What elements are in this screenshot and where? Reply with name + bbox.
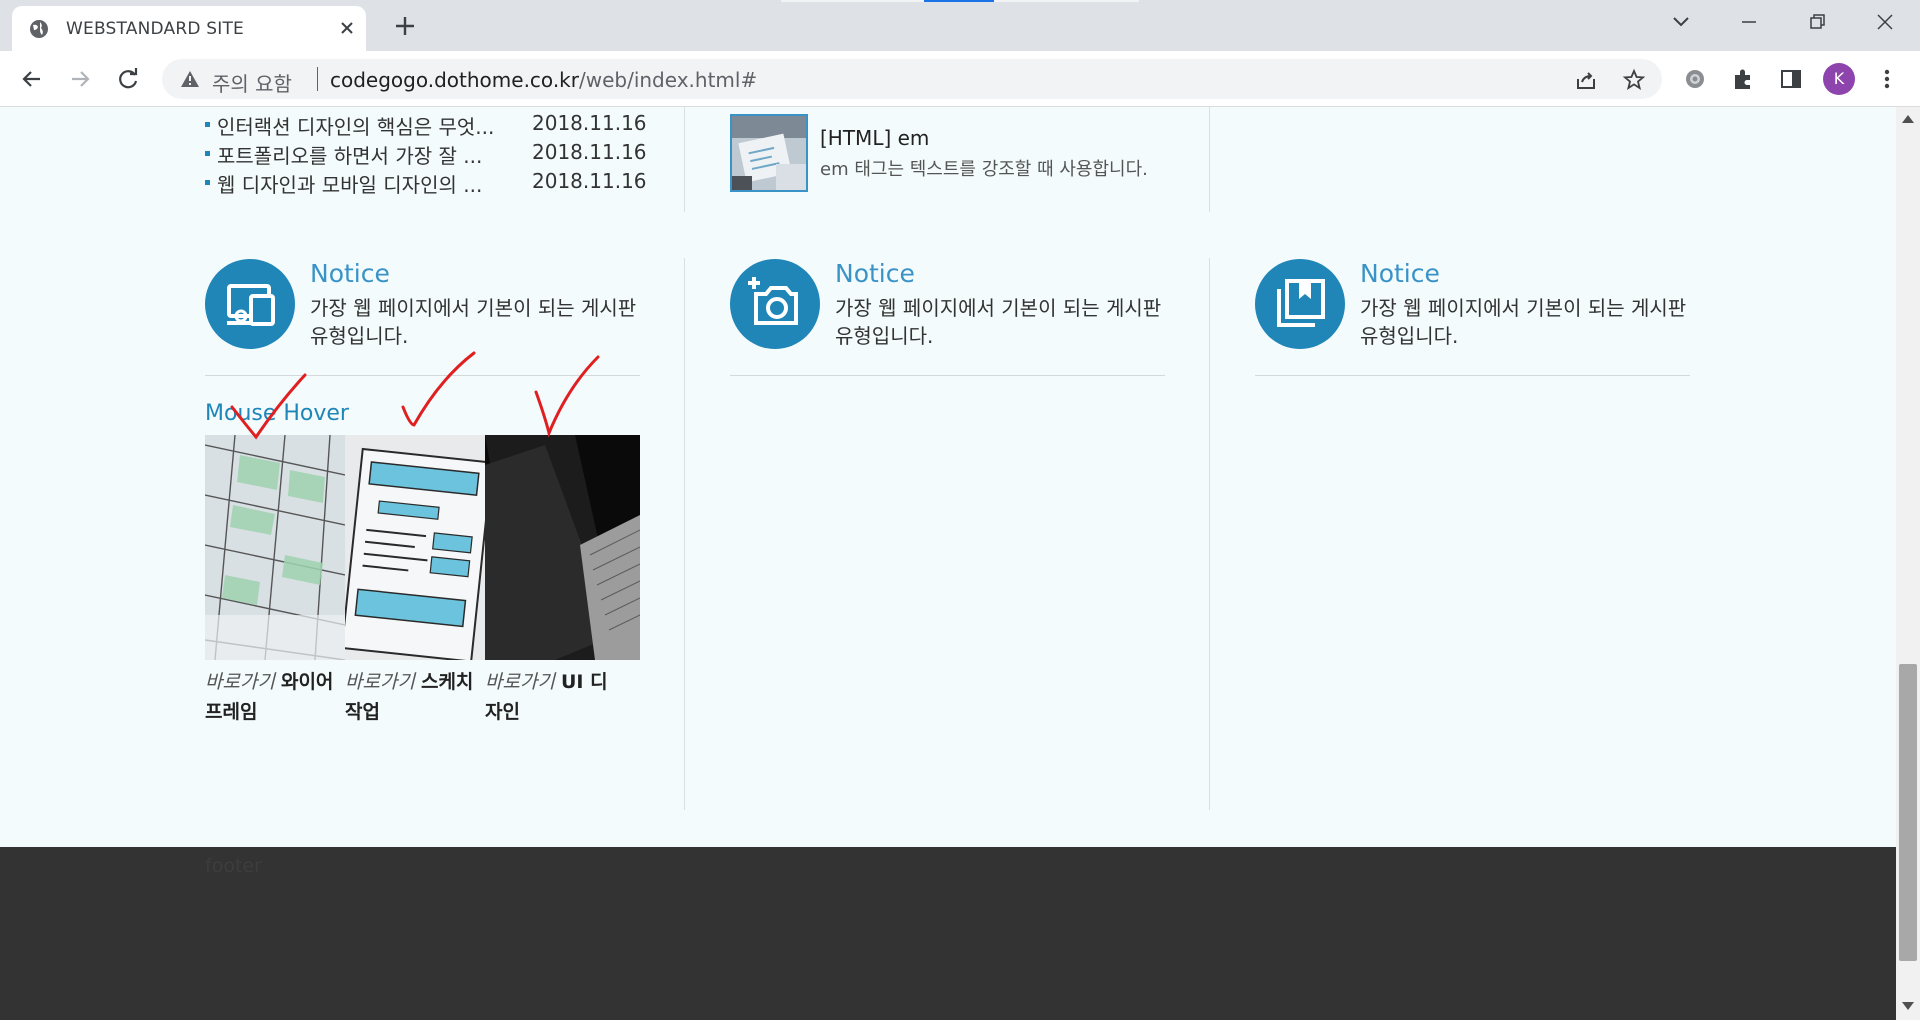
footer: footer bbox=[0, 847, 1896, 1020]
wireframe-sketch-image bbox=[205, 435, 345, 660]
tab-title: WEBSTANDARD SITE bbox=[66, 19, 244, 39]
page-viewport: 인터랙션 디자인의 핵심은 무엇... 2018.11.16 포트폴리오를 하면… bbox=[0, 107, 1896, 1020]
bullet-icon bbox=[205, 180, 210, 185]
mouse-hover-title: Mouse Hover bbox=[205, 401, 349, 426]
news-date: 2018.11.16 bbox=[532, 140, 647, 164]
side-panel-icon[interactable] bbox=[1777, 65, 1805, 93]
browser-toolbar: 주의 요함 codegogo.dothome.co.kr/web/index.h… bbox=[0, 51, 1920, 107]
post-title[interactable]: [HTML] em bbox=[820, 126, 929, 150]
column-divider bbox=[684, 258, 685, 810]
notice-description: 가장 웹 페이지에서 기본이 되는 게시판 유형입니다. bbox=[1360, 296, 1687, 348]
sketch-image[interactable] bbox=[345, 435, 485, 660]
go-link[interactable]: 바로가기 bbox=[205, 671, 275, 693]
wireframe-image[interactable] bbox=[205, 435, 345, 660]
extension-gear-icon[interactable] bbox=[1681, 65, 1709, 93]
scroll-down-arrow-icon[interactable] bbox=[1902, 1002, 1914, 1010]
close-window-icon[interactable] bbox=[1870, 10, 1900, 34]
bullet-icon bbox=[205, 122, 210, 127]
news-title[interactable]: 인터랙션 디자인의 핵심은 무엇... bbox=[217, 111, 494, 140]
warning-icon[interactable] bbox=[180, 70, 200, 88]
menu-kebab-icon[interactable] bbox=[1873, 65, 1901, 93]
url-host: codegogo.dothome.co.kr bbox=[330, 68, 579, 92]
news-item[interactable]: 포트폴리오를 하면서 가장 잘 ... 2018.11.16 bbox=[205, 140, 647, 169]
minimize-icon[interactable] bbox=[1734, 10, 1764, 34]
news-date: 2018.11.16 bbox=[532, 111, 647, 135]
notice-title[interactable]: Notice bbox=[310, 259, 390, 288]
forward-icon[interactable] bbox=[66, 65, 94, 93]
url-text[interactable]: codegogo.dothome.co.kr/web/index.html# bbox=[330, 68, 757, 92]
notice-title[interactable]: Notice bbox=[835, 259, 915, 288]
bullet-icon bbox=[205, 151, 210, 156]
post-thumbnail-image bbox=[732, 116, 806, 190]
go-link[interactable]: 바로가기 bbox=[485, 671, 555, 693]
reload-icon[interactable] bbox=[114, 65, 142, 93]
column-divider bbox=[684, 107, 685, 212]
globe-icon bbox=[30, 20, 48, 38]
news-title[interactable]: 포트폴리오를 하면서 가장 잘 ... bbox=[217, 140, 482, 169]
security-label[interactable]: 주의 요함 bbox=[212, 68, 292, 97]
divider bbox=[730, 375, 1165, 376]
devices-icon bbox=[227, 284, 275, 326]
divider bbox=[1255, 375, 1690, 376]
camera-add-icon bbox=[748, 277, 798, 325]
divider bbox=[205, 375, 640, 376]
sketch-work-image bbox=[345, 435, 485, 660]
notice-icon-circle[interactable] bbox=[205, 259, 295, 349]
notice-description: 가장 웹 페이지에서 기본이 되는 게시판 유형입니다. bbox=[310, 296, 637, 348]
share-icon[interactable] bbox=[1574, 68, 1598, 92]
bookmark-library-icon bbox=[1277, 279, 1325, 327]
tab-indicator-active bbox=[924, 0, 994, 2]
back-icon[interactable] bbox=[18, 65, 46, 93]
column-divider bbox=[1209, 107, 1210, 212]
notice-icon-circle[interactable] bbox=[730, 259, 820, 349]
wireframe-caption[interactable]: 바로가기 와이어 프레임 bbox=[205, 667, 345, 727]
notice-icon-circle[interactable] bbox=[1255, 259, 1345, 349]
ui-design-caption[interactable]: 바로가기 UI 디자인 bbox=[485, 667, 625, 727]
column-divider bbox=[1209, 258, 1210, 810]
address-bar[interactable]: 주의 요함 codegogo.dothome.co.kr/web/index.h… bbox=[162, 59, 1662, 99]
laptop-photo-image bbox=[485, 435, 640, 660]
checkmark-annotation bbox=[534, 355, 600, 438]
checkmark-annotation bbox=[401, 351, 476, 427]
scroll-up-arrow-icon[interactable] bbox=[1902, 115, 1914, 123]
news-item[interactable]: 웹 디자인과 모바일 디자인의 ... 2018.11.16 bbox=[205, 169, 647, 198]
omnibox-separator bbox=[317, 67, 318, 91]
news-date: 2018.11.16 bbox=[532, 169, 647, 193]
footer-label: footer bbox=[205, 855, 262, 877]
sketch-caption[interactable]: 바로가기 스케치 작업 bbox=[345, 667, 485, 727]
notice-description: 가장 웹 페이지에서 기본이 되는 게시판 유형입니다. bbox=[835, 296, 1162, 348]
profile-avatar[interactable]: K bbox=[1823, 63, 1855, 95]
post-thumbnail[interactable] bbox=[730, 114, 808, 192]
vertical-scrollbar[interactable] bbox=[1896, 107, 1920, 1020]
restore-icon[interactable] bbox=[1802, 10, 1832, 34]
close-tab-icon[interactable] bbox=[336, 17, 358, 39]
notice-title[interactable]: Notice bbox=[1360, 259, 1440, 288]
new-tab-icon[interactable] bbox=[392, 13, 418, 39]
url-path: /web/index.html# bbox=[578, 68, 758, 92]
extensions-puzzle-icon[interactable] bbox=[1729, 65, 1757, 93]
ui-design-image[interactable] bbox=[485, 435, 640, 660]
news-item[interactable]: 인터랙션 디자인의 핵심은 무엇... 2018.11.16 bbox=[205, 111, 647, 140]
bookmark-star-icon[interactable] bbox=[1622, 68, 1646, 92]
post-description: em 태그는 텍스트를 강조할 때 사용합니다. bbox=[820, 159, 1148, 180]
tab-strip: WEBSTANDARD SITE bbox=[0, 0, 1920, 51]
browser-tab[interactable]: WEBSTANDARD SITE bbox=[12, 6, 366, 51]
tab-search-icon[interactable] bbox=[1666, 10, 1696, 34]
scrollbar-thumb[interactable] bbox=[1899, 664, 1917, 961]
go-link[interactable]: 바로가기 bbox=[345, 671, 415, 693]
news-title[interactable]: 웹 디자인과 모바일 디자인의 ... bbox=[217, 169, 482, 198]
